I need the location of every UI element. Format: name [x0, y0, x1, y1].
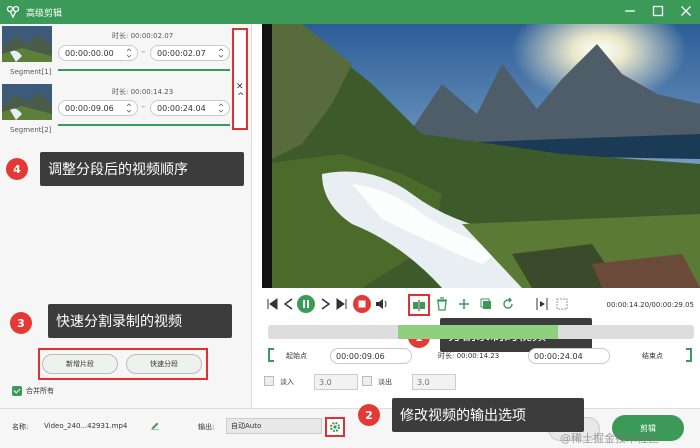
- step-forward-icon[interactable]: [318, 296, 334, 312]
- segment-thumbnail: [2, 84, 52, 120]
- watermark: @稀土掘金技术社区: [560, 432, 659, 445]
- timeline-selection[interactable]: [398, 325, 558, 339]
- window-title: 高级剪辑: [26, 8, 63, 19]
- quick-split-button[interactable]: 快速分段: [126, 354, 202, 374]
- segment-start-value: 00:00:00.00: [65, 48, 114, 58]
- fade-in-value: 3.0: [319, 377, 332, 387]
- segment-duration: 时长: 00:00:14.23: [112, 88, 174, 96]
- stop-icon[interactable]: [352, 294, 372, 314]
- title-bar: 高级剪辑: [0, 0, 700, 24]
- end-bracket-icon: [686, 348, 692, 362]
- fade-out-label: 淡出: [378, 378, 392, 386]
- step-back-icon[interactable]: [280, 296, 296, 312]
- start-bracket-icon: [268, 348, 274, 362]
- spin-arrows-icon[interactable]: [218, 102, 224, 114]
- pause-icon[interactable]: [296, 294, 316, 314]
- segment-thumbnail: [2, 26, 52, 62]
- start-point-value: 00:00:09.06: [336, 351, 385, 361]
- fade-in-label: 淡入: [280, 378, 294, 386]
- merge-all-checkbox[interactable]: [12, 386, 22, 396]
- end-point-label: 结束点: [642, 352, 663, 360]
- playback-controls: 00:00:14.20/00:00:29.05: [262, 294, 700, 316]
- app-logo-icon: [6, 5, 20, 19]
- segment-progress-bar: [58, 69, 230, 71]
- annotation-bubble: 快速分割录制的视频: [48, 304, 232, 338]
- volume-icon[interactable]: [374, 296, 390, 312]
- annotation-badge: 3: [10, 312, 32, 334]
- range-separator: –: [141, 102, 146, 112]
- range-duration: 时长: 00:00:14.23: [438, 352, 500, 360]
- name-value: Video_240...42931.mp4: [44, 422, 128, 430]
- move-up-icon[interactable]: ^: [237, 92, 245, 102]
- spin-arrows-icon[interactable]: [126, 102, 132, 114]
- annotation-badge: 2: [358, 404, 380, 426]
- edit-icon[interactable]: [150, 420, 160, 430]
- start-point-input[interactable]: 00:00:09.06: [330, 348, 412, 364]
- segment-panel: Segment[1] 时长: 00:00:02.07 00:00:00.00 –…: [0, 24, 252, 408]
- spin-arrows-icon[interactable]: [218, 47, 224, 59]
- range-row: 起始点 00:00:09.06 时长: 00:00:14.23 00:00:24…: [262, 346, 700, 366]
- fade-in-input[interactable]: 3.0: [314, 374, 358, 390]
- settings-button[interactable]: [325, 417, 345, 437]
- output-select[interactable]: 自动Auto: [226, 418, 322, 434]
- segment-start-value: 00:00:09.06: [65, 103, 114, 113]
- fade-out-checkbox[interactable]: [362, 376, 372, 386]
- end-point-input[interactable]: 00:00:24.04: [528, 348, 610, 364]
- segment-start-input[interactable]: 00:00:00.00: [58, 45, 138, 61]
- skip-start-icon[interactable]: [264, 296, 280, 312]
- reorder-controls: ✕ ^: [232, 28, 248, 130]
- delete-icon[interactable]: [434, 296, 450, 312]
- new-segment-button[interactable]: 新增片段: [42, 354, 118, 374]
- annotation-badge: 4: [6, 158, 28, 180]
- add-icon[interactable]: [456, 296, 472, 312]
- remove-segment-icon[interactable]: ✕: [236, 82, 244, 92]
- split-icon[interactable]: [411, 297, 427, 313]
- output-value: 自动Auto: [231, 422, 262, 430]
- skip-end-icon[interactable]: [334, 296, 350, 312]
- segment-end-value: 00:00:24.04: [157, 103, 206, 113]
- mark-out-icon[interactable]: [554, 296, 570, 312]
- annotation-bubble: 调整分段后的视频顺序: [40, 152, 244, 186]
- segment-duration: 时长: 00:00:02.07: [112, 32, 174, 40]
- name-label: 名称:: [12, 423, 29, 431]
- segment-progress-bar: [58, 124, 230, 126]
- fade-out-value: 3.0: [417, 377, 430, 387]
- output-label: 输出:: [198, 423, 215, 431]
- segment-start-input[interactable]: 00:00:09.06: [58, 100, 138, 116]
- mark-in-icon[interactable]: [534, 296, 550, 312]
- merge-all-label: 合并所有: [26, 387, 54, 395]
- gear-icon: [330, 422, 340, 432]
- video-preview: [262, 24, 700, 288]
- segment-item[interactable]: Segment[1] 时长: 00:00:02.07 00:00:00.00 –…: [0, 24, 252, 82]
- copy-icon[interactable]: [478, 296, 494, 312]
- fade-out-input[interactable]: 3.0: [412, 374, 456, 390]
- end-point-value: 00:00:24.04: [534, 351, 583, 361]
- merge-all-toggle[interactable]: 合并所有: [12, 386, 54, 396]
- segment-item[interactable]: Segment[2] 时长: 00:00:14.23 00:00:09.06 –…: [0, 82, 252, 140]
- close-icon[interactable]: [678, 3, 694, 19]
- timeline-track[interactable]: [268, 325, 694, 339]
- segment-end-input[interactable]: 00:00:02.07: [150, 45, 230, 61]
- spin-arrows-icon[interactable]: [126, 47, 132, 59]
- minimize-icon[interactable]: [622, 3, 638, 19]
- segment-end-value: 00:00:02.07: [157, 48, 206, 58]
- annotation-bubble: 修改视频的输出选项: [392, 398, 584, 432]
- fade-in-checkbox[interactable]: [264, 376, 274, 386]
- fade-row: 淡入 3.0 淡出 3.0: [262, 372, 700, 392]
- reset-icon[interactable]: [500, 296, 516, 312]
- segment-label: Segment[2]: [10, 126, 52, 134]
- maximize-icon[interactable]: [650, 3, 666, 19]
- segment-label: Segment[1]: [10, 68, 52, 76]
- segment-end-input[interactable]: 00:00:24.04: [150, 100, 230, 116]
- start-point-label: 起始点: [286, 352, 307, 360]
- time-readout: 00:00:14.20/00:00:29.05: [606, 301, 695, 309]
- range-separator: –: [141, 47, 146, 57]
